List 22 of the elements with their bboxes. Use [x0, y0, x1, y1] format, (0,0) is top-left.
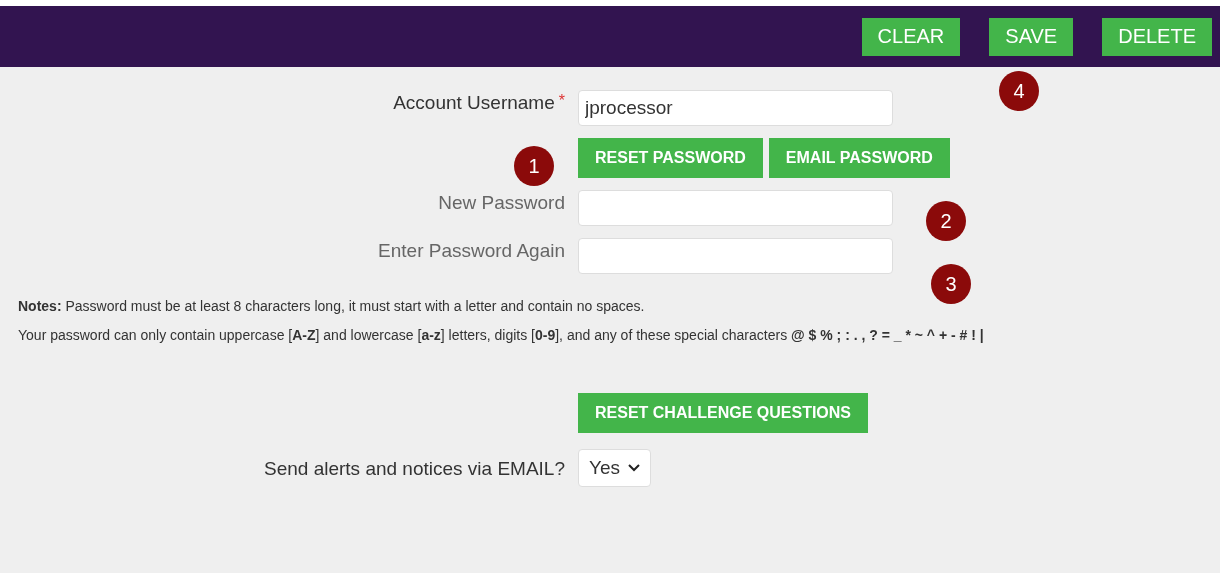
- toolbar-button[interactable]: DELETE: [1102, 17, 1212, 56]
- step-marker: 3: [931, 264, 971, 304]
- challenge-button[interactable]: RESET CHALLENGE QUESTIONS: [578, 393, 869, 433]
- note-text: Your password can only contain uppercase [A-Z] and lowercase [a-z] letters, digits [0-9], and any of these special characters @ $ % ; : . , ? = _ * ~ ^ + - # ! |: [18, 326, 985, 345]
- toolbar-button[interactable]: CLEAR: [861, 17, 961, 56]
- required-mark: *: [558, 92, 565, 111]
- username-field[interactable]: jprocessor: [578, 90, 893, 126]
- field-label: Send alerts and notices via EMAIL?: [264, 458, 565, 480]
- field-label: Enter Password Again: [378, 240, 565, 262]
- field-label: New Password: [438, 192, 565, 214]
- step-marker: 4: [999, 71, 1039, 111]
- password-button[interactable]: RESET PASSWORD: [578, 138, 763, 178]
- toolbar-button[interactable]: SAVE: [989, 17, 1074, 56]
- chevron-icon: [628, 464, 640, 472]
- password-again-field[interactable]: [578, 238, 893, 274]
- password-button[interactable]: EMAIL PASSWORD: [768, 138, 950, 178]
- step-marker: 2: [926, 201, 966, 241]
- new-password-field[interactable]: [578, 190, 893, 226]
- step-marker: 1: [514, 146, 554, 186]
- note-text: Notes: Password must be at least 8 characters long, it must start with a letter and contain no spaces.: [18, 297, 646, 316]
- field-label: Account Username: [393, 92, 555, 114]
- email-alerts-select[interactable]: Yes: [578, 449, 651, 487]
